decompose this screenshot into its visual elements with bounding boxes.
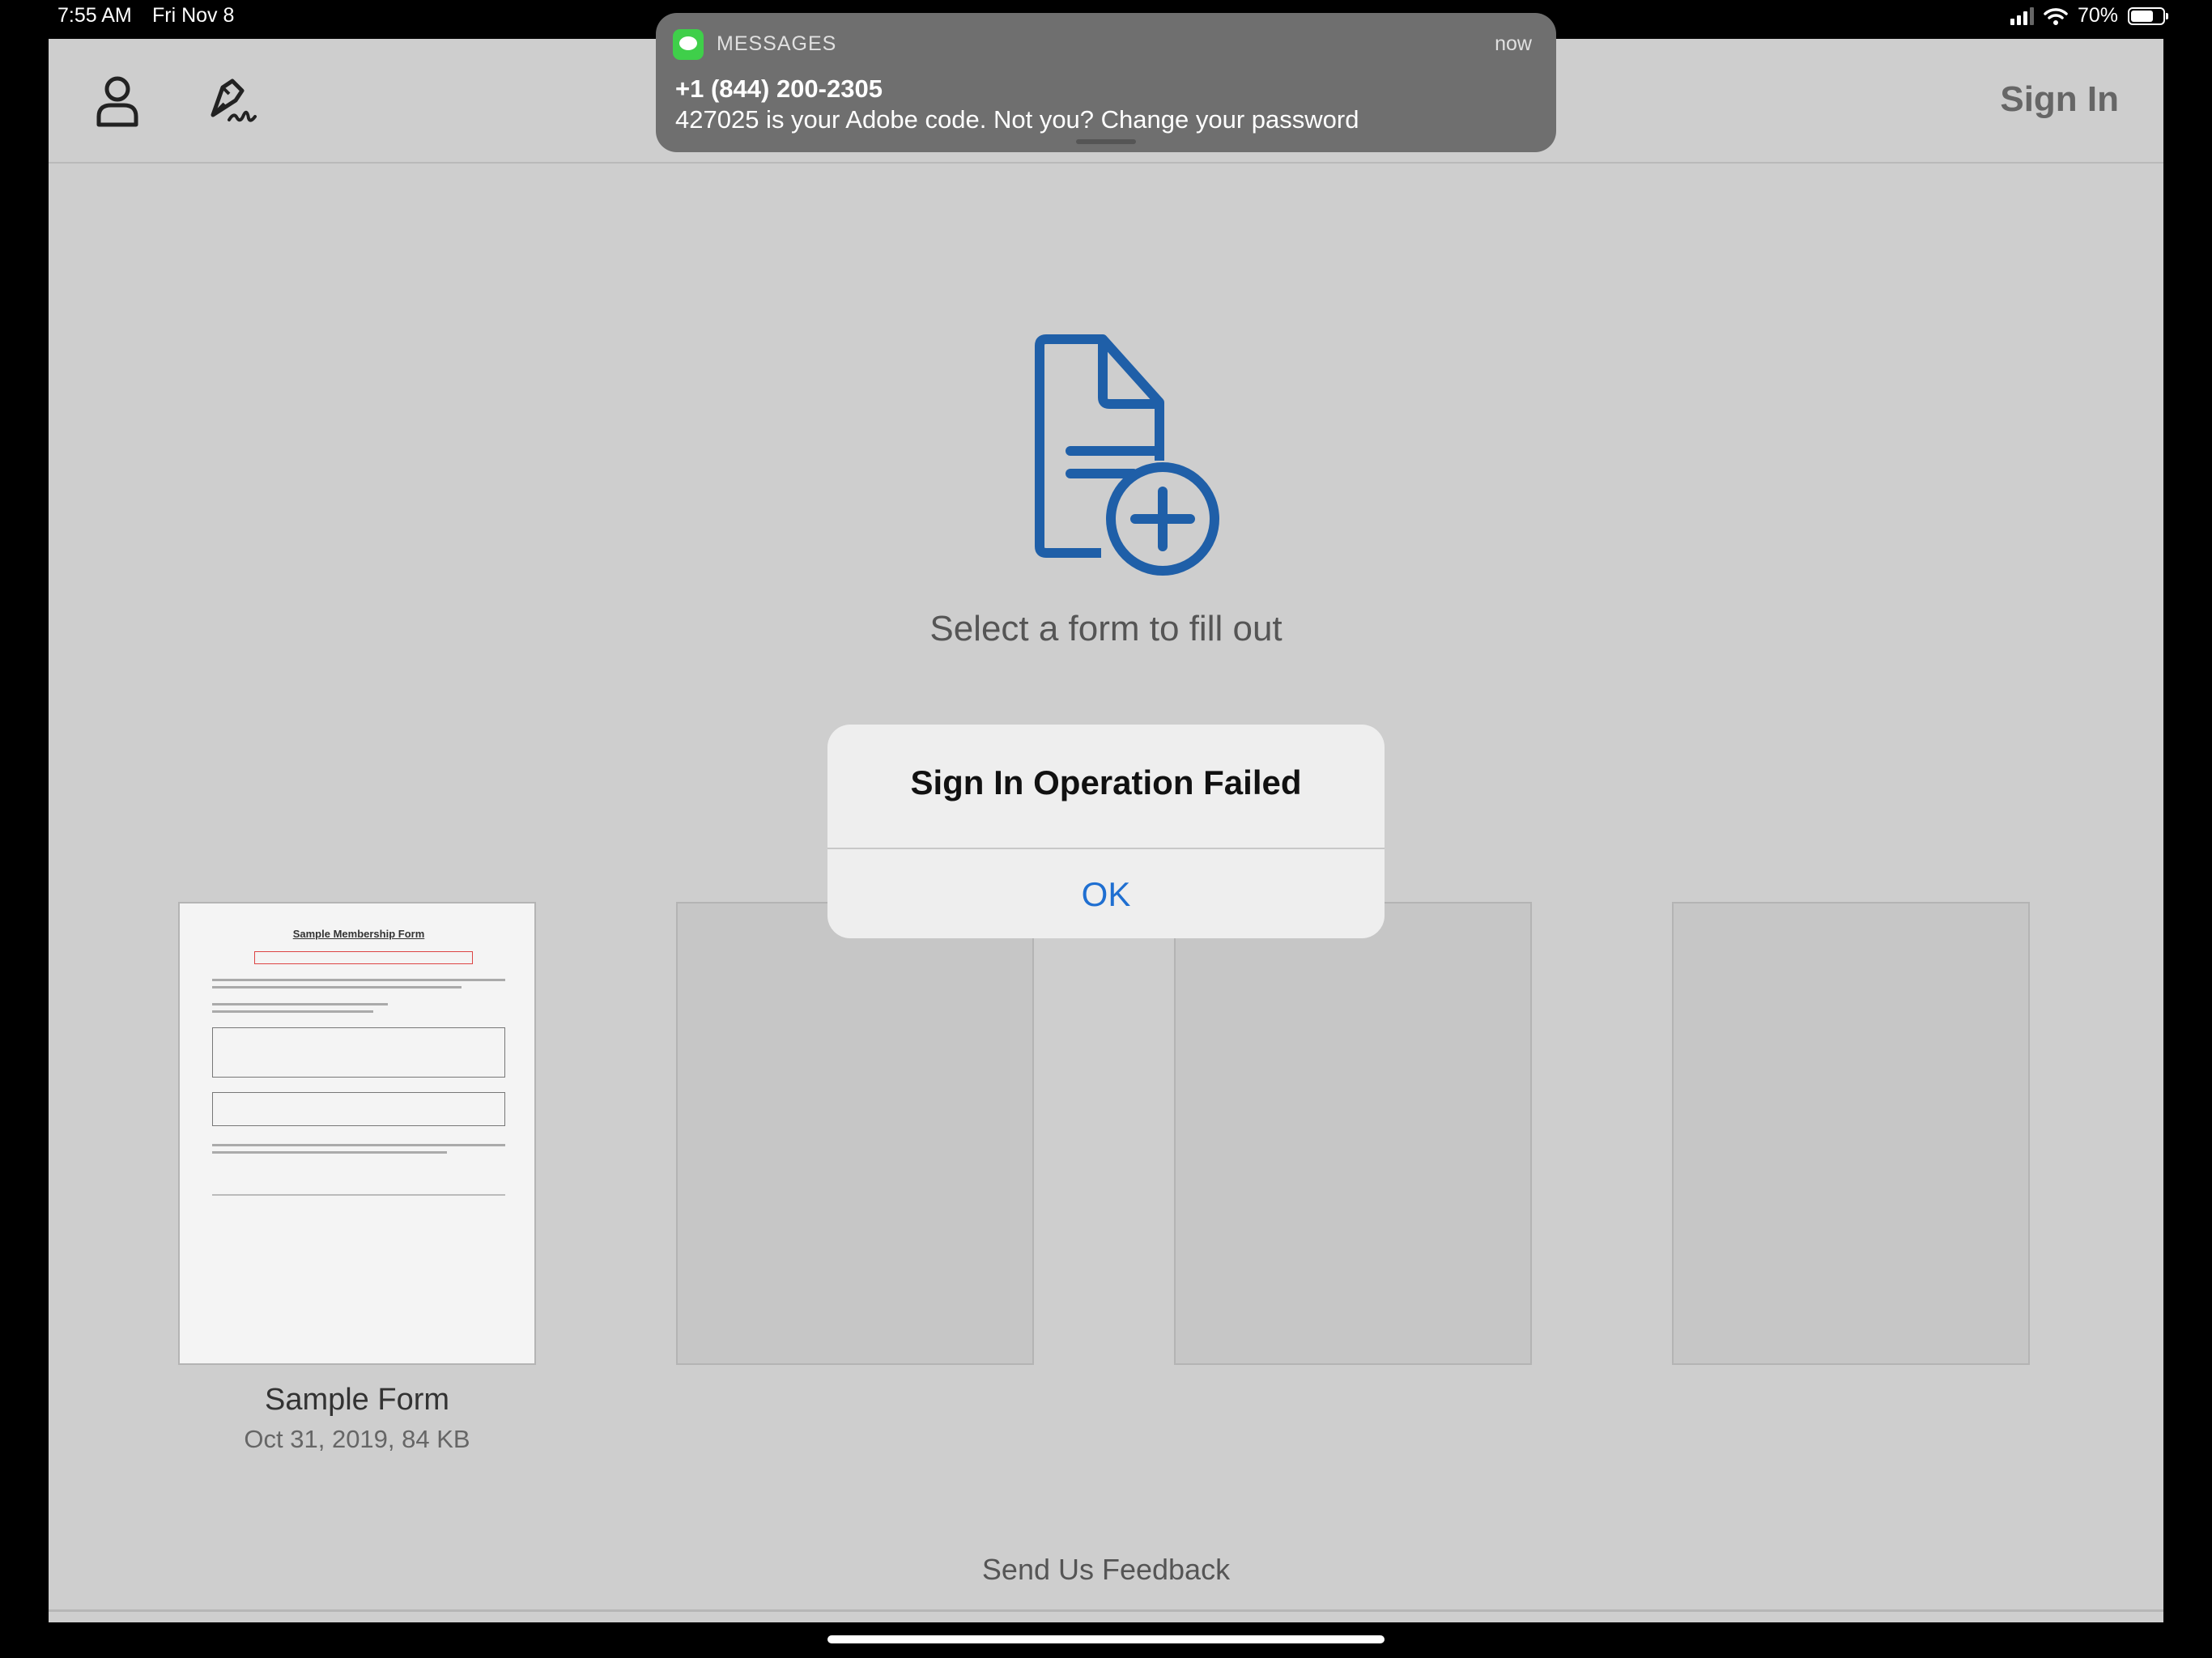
pen-signature-icon[interactable] xyxy=(205,73,262,130)
home-indicator[interactable] xyxy=(827,1635,1385,1643)
form-card-meta: Oct 31, 2019, 84 KB xyxy=(244,1425,470,1453)
notification-time: now xyxy=(1495,32,1532,55)
battery-fill xyxy=(2131,10,2153,22)
alert-divider xyxy=(827,848,1385,849)
form-card-sample[interactable]: Sample Membership Form xyxy=(178,902,536,1365)
messages-app-icon xyxy=(673,29,704,60)
user-icon[interactable] xyxy=(93,73,142,130)
sign-in-button[interactable]: Sign In xyxy=(2000,79,2119,120)
battery-icon xyxy=(2128,6,2168,25)
wifi-icon xyxy=(2044,7,2068,25)
form-card-title[interactable]: Sample Form xyxy=(178,1383,536,1418)
notification-grabber[interactable] xyxy=(1076,139,1136,144)
select-form-prompt: Select a form to fill out xyxy=(929,609,1283,648)
thumbnail-table xyxy=(212,1092,505,1126)
notification-sender: +1 (844) 200-2305 xyxy=(675,74,883,103)
sign-in-failed-alert: Sign In Operation Failed OK xyxy=(827,725,1385,938)
message-notification[interactable]: MESSAGES now +1 (844) 200-2305 427025 is… xyxy=(656,13,1556,152)
status-indicators: 70% xyxy=(2010,4,2168,28)
bottom-divider xyxy=(49,1609,2163,1612)
form-card-placeholder xyxy=(1672,902,2030,1365)
thumbnail-warning-banner xyxy=(254,951,473,964)
status-date: Fri Nov 8 xyxy=(152,4,235,27)
notification-app-name: MESSAGES xyxy=(717,32,837,55)
send-feedback-link[interactable]: Send Us Feedback xyxy=(49,1553,2163,1587)
form-card-placeholder xyxy=(676,902,1034,1365)
document-add-icon[interactable] xyxy=(996,333,1239,584)
status-time: 7:55 AM xyxy=(57,4,132,27)
alert-title: Sign In Operation Failed xyxy=(910,763,1302,801)
form-card-placeholder xyxy=(1174,902,1532,1365)
cellular-signal-icon xyxy=(2010,6,2034,25)
thumbnail-title: Sample Membership Form xyxy=(292,928,425,940)
battery-percent: 70% xyxy=(2077,4,2118,27)
notification-body: 427025 is your Adobe code. Not you? Chan… xyxy=(675,105,1359,134)
thumbnail-table xyxy=(212,1027,505,1078)
alert-ok-button[interactable]: OK xyxy=(827,851,1385,938)
form-thumbnail: Sample Membership Form xyxy=(212,928,505,1196)
